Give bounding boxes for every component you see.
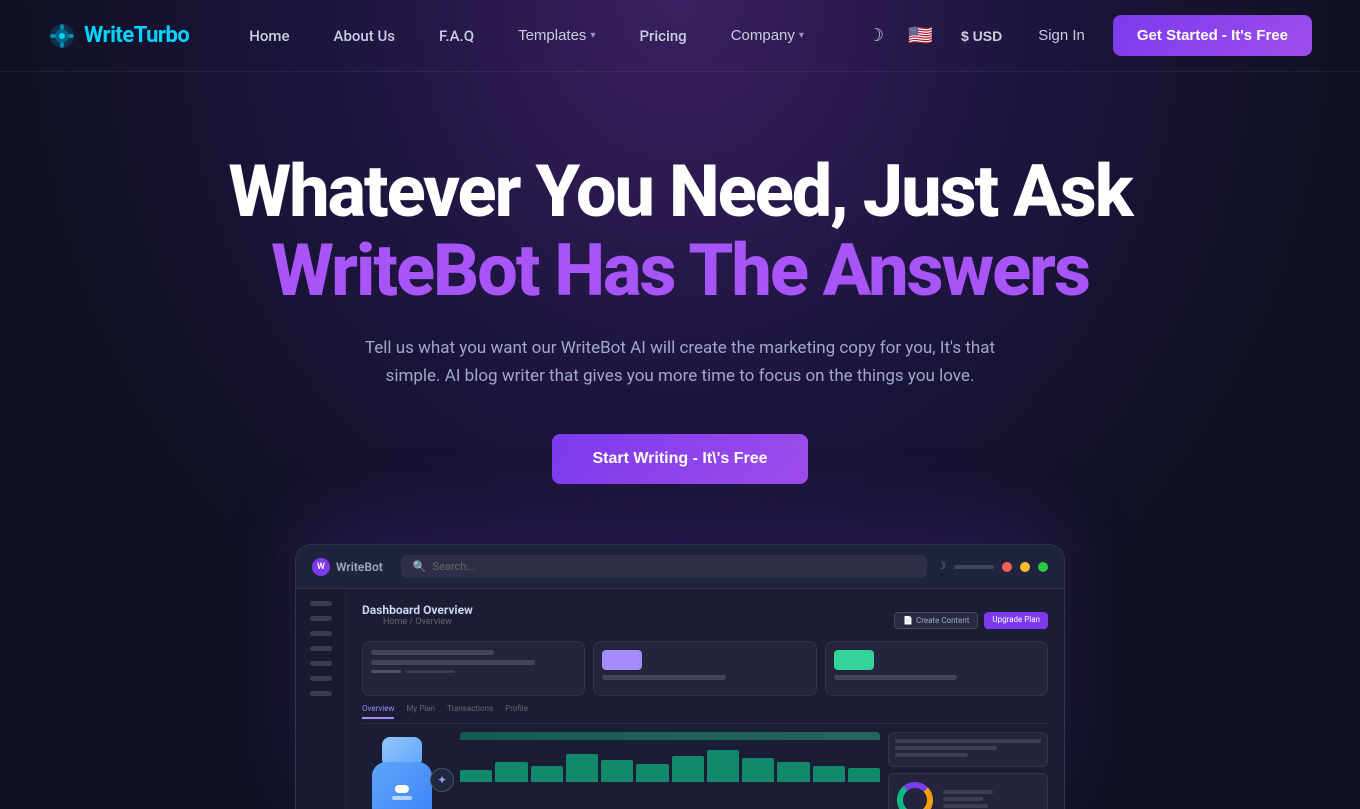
mockup-main-content: Dashboard Overview Home / Overview 📄 Cre… — [346, 589, 1064, 809]
hero-heading-white: Whatever You Need, Just Ask — [228, 152, 1131, 231]
mockup-card-3 — [825, 641, 1048, 696]
mockup-bar-12 — [848, 768, 880, 782]
moon-icon — [868, 25, 884, 46]
mockup-bar-10 — [777, 762, 809, 782]
mockup-titlebar: W WriteBot 🔍 Search... ☽ — [296, 545, 1064, 589]
mockup-chart-line — [460, 732, 880, 740]
nav-faq[interactable]: F.A.Q — [421, 19, 492, 53]
flag-icon: 🇺🇸 — [908, 25, 933, 47]
mockup-small-card-1 — [888, 732, 1048, 767]
mockup-bar-11 — [813, 766, 845, 782]
mockup-card-green — [834, 650, 874, 670]
mockup-chart-bars — [460, 742, 880, 782]
logo-icon — [48, 22, 76, 50]
mockup-breadcrumb: Home / Overview — [362, 617, 473, 627]
hero-heading-purple: WriteBot Has The Answers — [271, 231, 1089, 310]
sidebar-item-7 — [310, 691, 332, 696]
currency-selector[interactable]: $ USD — [953, 24, 1010, 48]
nav-links: Home About Us F.A.Q Templates ▾ Pricing … — [231, 19, 822, 53]
sidebar-item-4 — [310, 646, 332, 651]
mockup-dashboard-title: Dashboard Overview — [362, 603, 473, 617]
mockup-bar-7 — [672, 756, 704, 782]
mockup-card-accent — [602, 650, 642, 670]
mockup-robot-mouth — [392, 796, 412, 800]
mockup-right-panel — [888, 732, 1048, 809]
mockup-tab-myplan: My Plan — [406, 704, 435, 719]
traffic-light-green — [1038, 562, 1048, 572]
nav-company[interactable]: Company ▾ — [713, 19, 822, 52]
mockup-bar-2 — [495, 762, 527, 782]
navbar: WriteTurbo Home About Us F.A.Q Templates… — [0, 0, 1360, 72]
mockup-action-buttons: 📄 Create Content Upgrade Plan — [894, 612, 1048, 629]
dashboard-mockup: W WriteBot 🔍 Search... ☽ — [295, 544, 1065, 809]
mockup-avatar: W — [312, 558, 330, 576]
mockup-app-name: WriteBot — [336, 560, 383, 574]
sign-in-button[interactable]: Sign In — [1026, 19, 1097, 52]
sidebar-item-5 — [310, 661, 332, 666]
mockup-robot-illustration: ✦ — [362, 732, 452, 809]
sidebar-item-1 — [310, 601, 332, 606]
document-icon: 📄 — [903, 616, 913, 625]
donut-chart — [895, 780, 935, 809]
nav-about[interactable]: About Us — [316, 19, 414, 53]
mockup-tab-overview: Overview — [362, 704, 394, 719]
nav-home[interactable]: Home — [231, 19, 307, 53]
language-selector[interactable]: 🇺🇸 — [904, 19, 937, 52]
mockup-bar-8 — [707, 750, 739, 782]
mockup-search-bar: 🔍 Search... — [401, 555, 927, 578]
sidebar-item-3 — [310, 631, 332, 636]
mockup-bar-3 — [531, 766, 563, 782]
traffic-light-red — [1002, 562, 1012, 572]
mockup-fab-button: ✦ — [430, 768, 454, 792]
mockup-logo: W WriteBot — [312, 558, 383, 576]
mockup-robot-body — [372, 762, 432, 809]
mockup-content-area: ✦ — [362, 732, 1048, 809]
mockup-upgrade-btn: Upgrade Plan — [984, 612, 1048, 629]
mockup-titlebar-right: ☽ — [937, 561, 1048, 572]
mockup-robot-eye-left — [395, 785, 409, 793]
mockup-progress-bar — [954, 565, 994, 569]
hero-subtext: Tell us what you want our WriteBot AI wi… — [340, 334, 1020, 390]
nav-right: 🇺🇸 $ USD Sign In Get Started - It's Free — [864, 15, 1312, 56]
mockup-search-placeholder: Search... — [432, 560, 475, 573]
mockup-bar-4 — [566, 754, 598, 782]
mockup-card-2 — [593, 641, 816, 696]
mockup-bar-9 — [742, 758, 774, 782]
mockup-create-content-btn: 📄 Create Content — [894, 612, 978, 629]
sidebar-item-6 — [310, 676, 332, 681]
sidebar-item-2 — [310, 616, 332, 621]
logo-write-text: Write — [84, 23, 134, 48]
logo-turbo-text: Turbo — [134, 23, 190, 48]
mockup-bar-1 — [460, 770, 492, 782]
moon-icon-mockup: ☽ — [937, 561, 946, 572]
mockup-card-1 — [362, 641, 585, 696]
mockup-tab-profile: Profile — [505, 704, 528, 719]
dark-mode-toggle[interactable] — [864, 21, 888, 50]
nav-templates[interactable]: Templates ▾ — [500, 19, 613, 52]
mockup-small-card-2 — [888, 773, 1048, 809]
mockup-chart-area — [460, 732, 880, 809]
logo-link[interactable]: WriteTurbo — [48, 22, 189, 50]
company-chevron-icon: ▾ — [799, 30, 804, 41]
hero-section: Whatever You Need, Just Ask WriteBot Has… — [0, 72, 1360, 809]
get-started-nav-button[interactable]: Get Started - It's Free — [1113, 15, 1312, 56]
mockup-tab-transactions: Transactions — [447, 704, 493, 719]
mockup-cards-row — [362, 641, 1048, 696]
traffic-light-yellow — [1020, 562, 1030, 572]
nav-pricing[interactable]: Pricing — [621, 19, 704, 53]
mockup-tabs: Overview My Plan Transactions Profile — [362, 704, 1048, 724]
hero-cta-button[interactable]: Start Writing - It\'s Free — [552, 434, 807, 484]
mockup-body: Dashboard Overview Home / Overview 📄 Cre… — [296, 589, 1064, 809]
mockup-sidebar — [296, 589, 346, 809]
mockup-content-header: Dashboard Overview Home / Overview 📄 Cre… — [362, 603, 1048, 637]
search-icon: 🔍 — [413, 560, 427, 573]
templates-chevron-icon: ▾ — [590, 30, 595, 41]
mockup-bar-6 — [636, 764, 668, 782]
